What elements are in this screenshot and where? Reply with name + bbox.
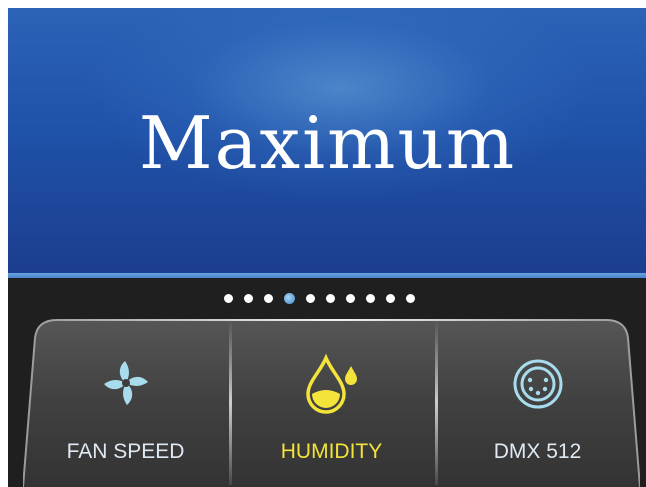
- dmx-512-label: DMX 512: [493, 440, 582, 463]
- page-dot[interactable]: [244, 293, 253, 303]
- page-dot[interactable]: [264, 293, 273, 303]
- page-dot[interactable]: [346, 293, 355, 303]
- device-frame: Maximum FAN SPEED HUMIDITY DMX 512: [8, 8, 646, 487]
- dmx-connector-icon: [512, 358, 564, 415]
- page-indicator: [224, 292, 415, 304]
- page-dot[interactable]: [306, 293, 315, 303]
- fan-speed-button[interactable]: FAN SPEED: [23, 308, 228, 487]
- page-dot[interactable]: [386, 293, 395, 303]
- status-display: Maximum: [8, 8, 646, 276]
- control-panel: FAN SPEED HUMIDITY DMX 512: [23, 308, 640, 487]
- humidity-button[interactable]: HUMIDITY: [229, 308, 434, 487]
- water-drops-icon: [304, 353, 360, 419]
- page-dot-active[interactable]: [284, 292, 295, 304]
- fan-icon: [101, 358, 151, 413]
- dmx-512-button[interactable]: DMX 512: [435, 308, 640, 487]
- page-dot[interactable]: [406, 293, 415, 303]
- display-border: [8, 273, 646, 278]
- page-dot[interactable]: [366, 293, 375, 303]
- mode-value: Maximum: [138, 101, 517, 185]
- humidity-label: HUMIDITY: [280, 440, 383, 463]
- fan-speed-label: FAN SPEED: [66, 440, 185, 463]
- page-dot[interactable]: [224, 293, 233, 303]
- page-dot[interactable]: [326, 293, 335, 303]
